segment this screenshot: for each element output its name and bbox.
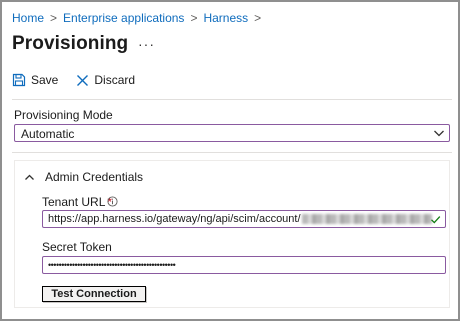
save-label: Save xyxy=(31,73,59,87)
discard-label: Discard xyxy=(94,73,136,87)
test-connection-label: Test Connection xyxy=(51,288,137,300)
chevron-down-icon xyxy=(434,130,444,137)
breadcrumb-home-link[interactable]: Home xyxy=(12,11,44,25)
more-options-button[interactable]: ··· xyxy=(138,36,155,52)
secret-token-input[interactable]: ••••••••••••••••••••••••••••••••••••••••… xyxy=(42,256,446,274)
breadcrumb-harness-link[interactable]: Harness xyxy=(203,11,248,25)
close-icon xyxy=(77,74,89,86)
tenant-url-input[interactable]: https://app.harness.io/gateway/ng/api/sc… xyxy=(42,210,446,228)
tenant-url-label: Tenant URL * xyxy=(42,195,112,209)
window-frame: Home > Enterprise applications > Harness… xyxy=(0,0,460,321)
save-icon xyxy=(12,73,26,87)
check-icon xyxy=(431,216,441,224)
divider xyxy=(12,99,452,100)
provisioning-mode-label: Provisioning Mode xyxy=(14,108,113,122)
divider xyxy=(12,152,452,153)
redacted-text xyxy=(301,214,432,225)
provisioning-mode-value: Automatic xyxy=(21,127,75,141)
test-connection-button[interactable]: Test Connection xyxy=(42,286,146,302)
discard-button[interactable]: Discard xyxy=(76,73,135,87)
tenant-url-value: https://app.harness.io/gateway/ng/api/sc… xyxy=(48,213,301,225)
provisioning-mode-select[interactable]: Automatic xyxy=(14,124,450,142)
secret-token-value: ••••••••••••••••••••••••••••••••••••••••… xyxy=(48,260,176,270)
page-title: Provisioning xyxy=(12,33,129,54)
info-icon[interactable] xyxy=(107,196,118,207)
command-bar: Save Discard xyxy=(12,73,153,87)
secret-token-label: Secret Token xyxy=(42,240,112,254)
chevron-up-icon xyxy=(25,174,34,180)
admin-credentials-title: Admin Credentials xyxy=(45,170,144,184)
breadcrumb: Home > Enterprise applications > Harness… xyxy=(12,11,267,25)
tenant-url-label-text: Tenant URL xyxy=(42,195,106,209)
save-button[interactable]: Save xyxy=(12,73,58,87)
breadcrumb-separator: > xyxy=(190,11,198,25)
breadcrumb-enterprise-apps-link[interactable]: Enterprise applications xyxy=(63,11,184,25)
breadcrumb-separator: > xyxy=(50,11,58,25)
admin-credentials-toggle[interactable]: Admin Credentials xyxy=(24,170,143,184)
breadcrumb-separator: > xyxy=(254,11,262,25)
